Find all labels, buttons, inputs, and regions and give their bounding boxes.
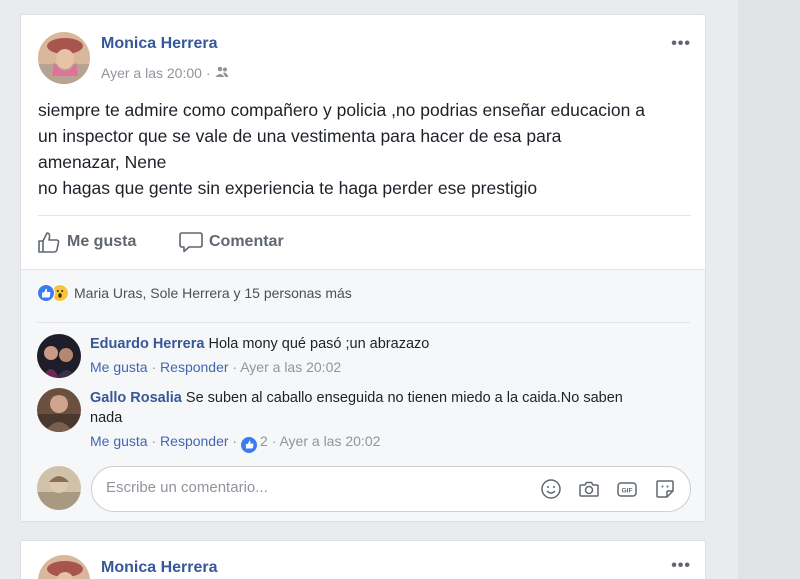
reactions-summary-text: Maria Uras, Sole Herrera y 15 personas m… — [74, 285, 352, 301]
author-avatar[interactable] — [38, 32, 90, 84]
post-card: Monica Herrera Ayer a las 20:00 · ••• si… — [20, 14, 706, 522]
post-divider — [38, 215, 691, 216]
comment-timestamp[interactable]: Ayer a las 20:02 — [240, 359, 341, 375]
comment-body: Gallo Rosalia Se suben al caballo ensegu… — [90, 388, 650, 453]
thumbs-up-icon — [38, 232, 60, 253]
post-card: Monica Herrera ••• — [20, 540, 706, 579]
svg-text:GIF: GIF — [622, 488, 633, 495]
like-button[interactable]: Me gusta — [37, 231, 136, 253]
comment-input[interactable] — [106, 479, 506, 496]
comment-like-link[interactable]: Me gusta — [90, 359, 148, 375]
comment-body: Eduardo Herrera Hola mony qué pasó ;un a… — [90, 334, 650, 377]
comment-timestamp[interactable]: Ayer a las 20:02 — [279, 433, 380, 449]
comment-button[interactable]: Comentar — [179, 231, 284, 253]
friends-icon[interactable] — [215, 65, 229, 81]
comment-author[interactable]: Eduardo Herrera — [90, 336, 204, 352]
comment-like-link[interactable]: Me gusta — [90, 433, 148, 449]
comment-reply-link[interactable]: Responder — [160, 359, 229, 375]
comment-author[interactable]: Gallo Rosalia — [90, 390, 182, 406]
composer-icons: GIF — [540, 478, 676, 500]
post-text: siempre te admire como compañero y polic… — [38, 97, 698, 201]
comment-like-count-value: 2 — [260, 433, 268, 449]
commenter-avatar[interactable] — [37, 388, 81, 432]
comment-button-label: Comentar — [209, 233, 284, 250]
post-options-button[interactable]: ••• — [671, 557, 691, 575]
author-avatar[interactable] — [38, 555, 90, 579]
comments-section: Maria Uras, Sole Herrera y 15 personas m… — [21, 269, 705, 521]
comment-composer[interactable]: GIF — [91, 466, 691, 512]
emoji-icon[interactable] — [540, 478, 562, 500]
commenter-avatar[interactable] — [37, 334, 81, 378]
post-options-button[interactable]: ••• — [671, 35, 691, 53]
gif-icon[interactable]: GIF — [616, 478, 638, 500]
like-button-label: Me gusta — [67, 233, 137, 250]
like-reaction-icon — [37, 284, 55, 302]
comment-reply-link[interactable]: Responder — [160, 433, 229, 449]
like-badge-icon — [241, 436, 257, 453]
post-meta: Ayer a las 20:00 · — [101, 65, 229, 81]
post-text-line: amenazar, Nene — [38, 152, 167, 172]
speech-bubble-icon — [179, 232, 203, 253]
sticker-icon[interactable] — [654, 478, 676, 500]
post-text-line: siempre te admire como compañero y polic… — [38, 100, 645, 120]
post-text-line: no hagas que gente sin experiencia te ha… — [38, 178, 538, 198]
meta-separator: · — [205, 65, 211, 81]
camera-icon[interactable] — [578, 478, 600, 500]
comment-actions: Me gusta · Responder · 2 · Ayer a las 20… — [90, 431, 650, 453]
right-column-background — [738, 0, 800, 579]
comments-divider — [37, 322, 690, 323]
comment-text: Hola mony qué pasó ;un abrazazo — [208, 336, 430, 352]
comment-like-count[interactable]: 2 — [241, 433, 272, 453]
post-timestamp[interactable]: Ayer a las 20:00 — [101, 65, 202, 81]
reactions-summary[interactable]: Maria Uras, Sole Herrera y 15 personas m… — [37, 284, 352, 302]
current-user-avatar — [37, 466, 81, 510]
comment-actions: Me gusta · Responder · Ayer a las 20:02 — [90, 359, 342, 375]
author-name[interactable]: Monica Herrera — [101, 35, 218, 53]
author-name[interactable]: Monica Herrera — [101, 559, 218, 577]
post-text-line: un inspector que se vale de una vestimen… — [38, 126, 562, 146]
